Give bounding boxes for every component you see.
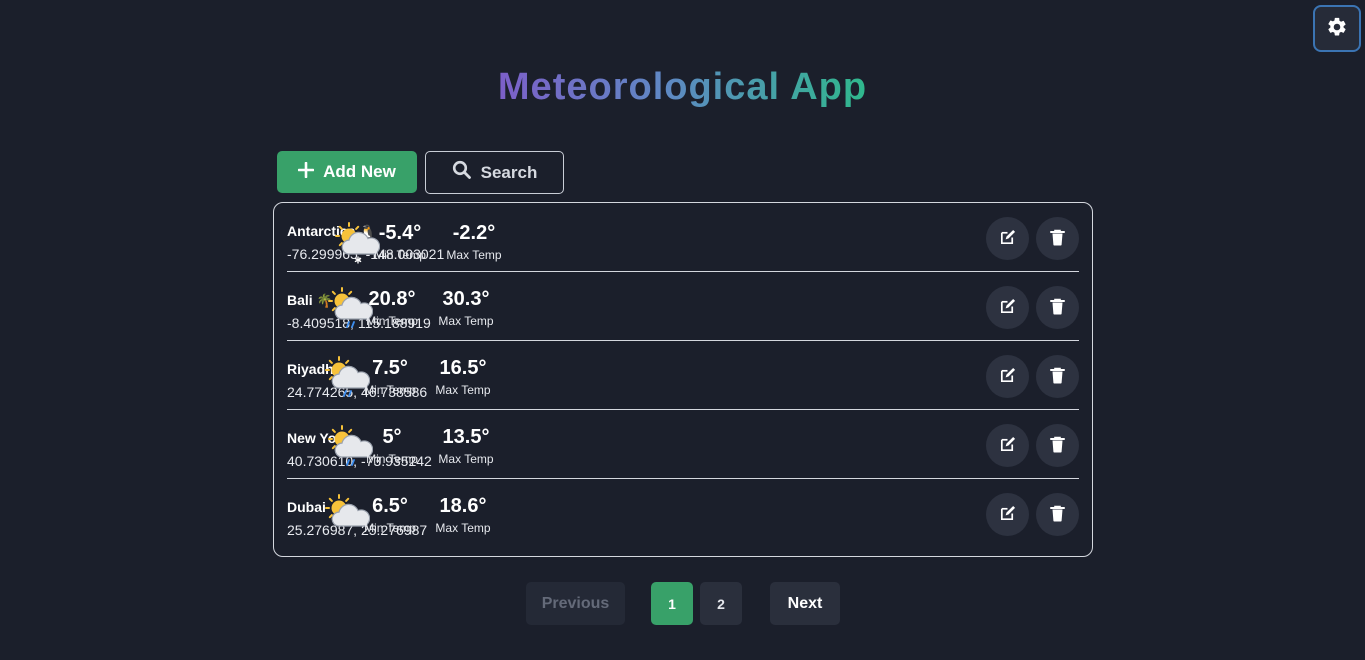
- max-temp: 13.5° Max Temp: [426, 425, 506, 467]
- page-1-button[interactable]: 1: [651, 582, 693, 625]
- edit-icon: [999, 229, 1016, 249]
- max-temp-label: Max Temp: [438, 314, 494, 328]
- min-temp: 7.5° Min Temp: [350, 356, 430, 398]
- delete-button[interactable]: [1036, 217, 1079, 260]
- edit-button[interactable]: [986, 286, 1029, 329]
- location-name-text: Dubai: [287, 499, 326, 515]
- edit-icon: [999, 505, 1016, 525]
- max-temp: 30.3° Max Temp: [426, 287, 506, 329]
- trash-icon: [1050, 436, 1065, 456]
- max-temp-label: Max Temp: [435, 521, 491, 535]
- table-row: Antarctica 🐧 -76.299965, -148.003021 -5.4° M…: [287, 203, 1079, 272]
- min-temp-value: 6.5°: [372, 495, 408, 517]
- min-temp-label: Min Temp: [366, 314, 418, 328]
- max-temp: 16.5° Max Temp: [423, 356, 503, 398]
- max-temp-label: Max Temp: [438, 452, 494, 466]
- add-new-button[interactable]: Add New: [277, 151, 417, 193]
- min-temp-label: Min Temp: [366, 452, 418, 466]
- max-temp-value: 13.5°: [442, 426, 490, 448]
- search-icon: [452, 160, 472, 185]
- location-list: Antarctica 🐧 -76.299965, -148.003021 -5.4° M…: [273, 202, 1093, 557]
- page-title: Meteorological App: [497, 66, 868, 108]
- edit-button[interactable]: [986, 355, 1029, 398]
- gear-icon: [1326, 16, 1348, 41]
- page-2-button[interactable]: 2: [700, 582, 742, 625]
- max-temp-value: 30.3°: [442, 288, 490, 310]
- min-temp-value: -5.4°: [378, 222, 422, 244]
- plus-icon: [297, 161, 315, 183]
- toolbar: Add New Search: [277, 151, 564, 194]
- edit-button[interactable]: [986, 217, 1029, 260]
- min-temp-value: 7.5°: [372, 357, 408, 379]
- delete-button[interactable]: [1036, 424, 1079, 467]
- delete-button[interactable]: [1036, 493, 1079, 536]
- edit-icon: [999, 367, 1016, 387]
- table-row: Bali 🌴 -8.409518, 115.188919 20.8° Min Temp 3…: [287, 272, 1079, 341]
- add-new-label: Add New: [323, 162, 396, 181]
- trash-icon: [1050, 367, 1065, 387]
- min-temp-label: Min Temp: [364, 383, 416, 397]
- min-temp: -5.4° Min Temp: [360, 221, 440, 263]
- delete-button[interactable]: [1036, 286, 1079, 329]
- table-row: Dubai 25.276987, 25.276987 6.5° Min Temp 18.…: [287, 479, 1079, 548]
- trash-icon: [1050, 298, 1065, 318]
- trash-icon: [1050, 505, 1065, 525]
- min-temp: 6.5° Min Temp: [350, 494, 430, 536]
- delete-button[interactable]: [1036, 355, 1079, 398]
- max-temp-value: 16.5°: [439, 357, 487, 379]
- min-temp-label: Min Temp: [374, 248, 426, 262]
- table-row: New York 40.730610, -73.935242 5° Min Temp 1…: [287, 410, 1079, 479]
- max-temp-value: -2.2°: [452, 222, 496, 244]
- table-row: Riyadh 24.774265, 46.738586 7.5° Min Temp 16…: [287, 341, 1079, 410]
- min-temp: 20.8° Min Temp: [352, 287, 432, 329]
- max-temp: 18.6° Max Temp: [423, 494, 503, 536]
- min-temp-value: 5°: [382, 426, 402, 448]
- pagination: Previous 1 2 Next: [0, 582, 1365, 625]
- edit-icon: [999, 436, 1016, 456]
- edit-icon: [999, 298, 1016, 318]
- previous-page-button[interactable]: Previous: [526, 582, 625, 625]
- settings-button[interactable]: [1313, 5, 1361, 52]
- max-temp-label: Max Temp: [435, 383, 491, 397]
- edit-button[interactable]: [986, 493, 1029, 536]
- max-temp: -2.2° Max Temp: [434, 221, 514, 263]
- trash-icon: [1050, 229, 1065, 249]
- next-page-button[interactable]: Next: [770, 582, 840, 625]
- search-button[interactable]: Search: [425, 151, 564, 194]
- max-temp-value: 18.6°: [439, 495, 487, 517]
- location-name-text: Bali: [287, 292, 313, 308]
- edit-button[interactable]: [986, 424, 1029, 467]
- min-temp-value: 20.8°: [368, 288, 416, 310]
- min-temp: 5° Min Temp: [352, 425, 432, 467]
- max-temp-label: Max Temp: [446, 248, 502, 262]
- search-label: Search: [480, 162, 538, 182]
- min-temp-label: Min Temp: [364, 521, 416, 535]
